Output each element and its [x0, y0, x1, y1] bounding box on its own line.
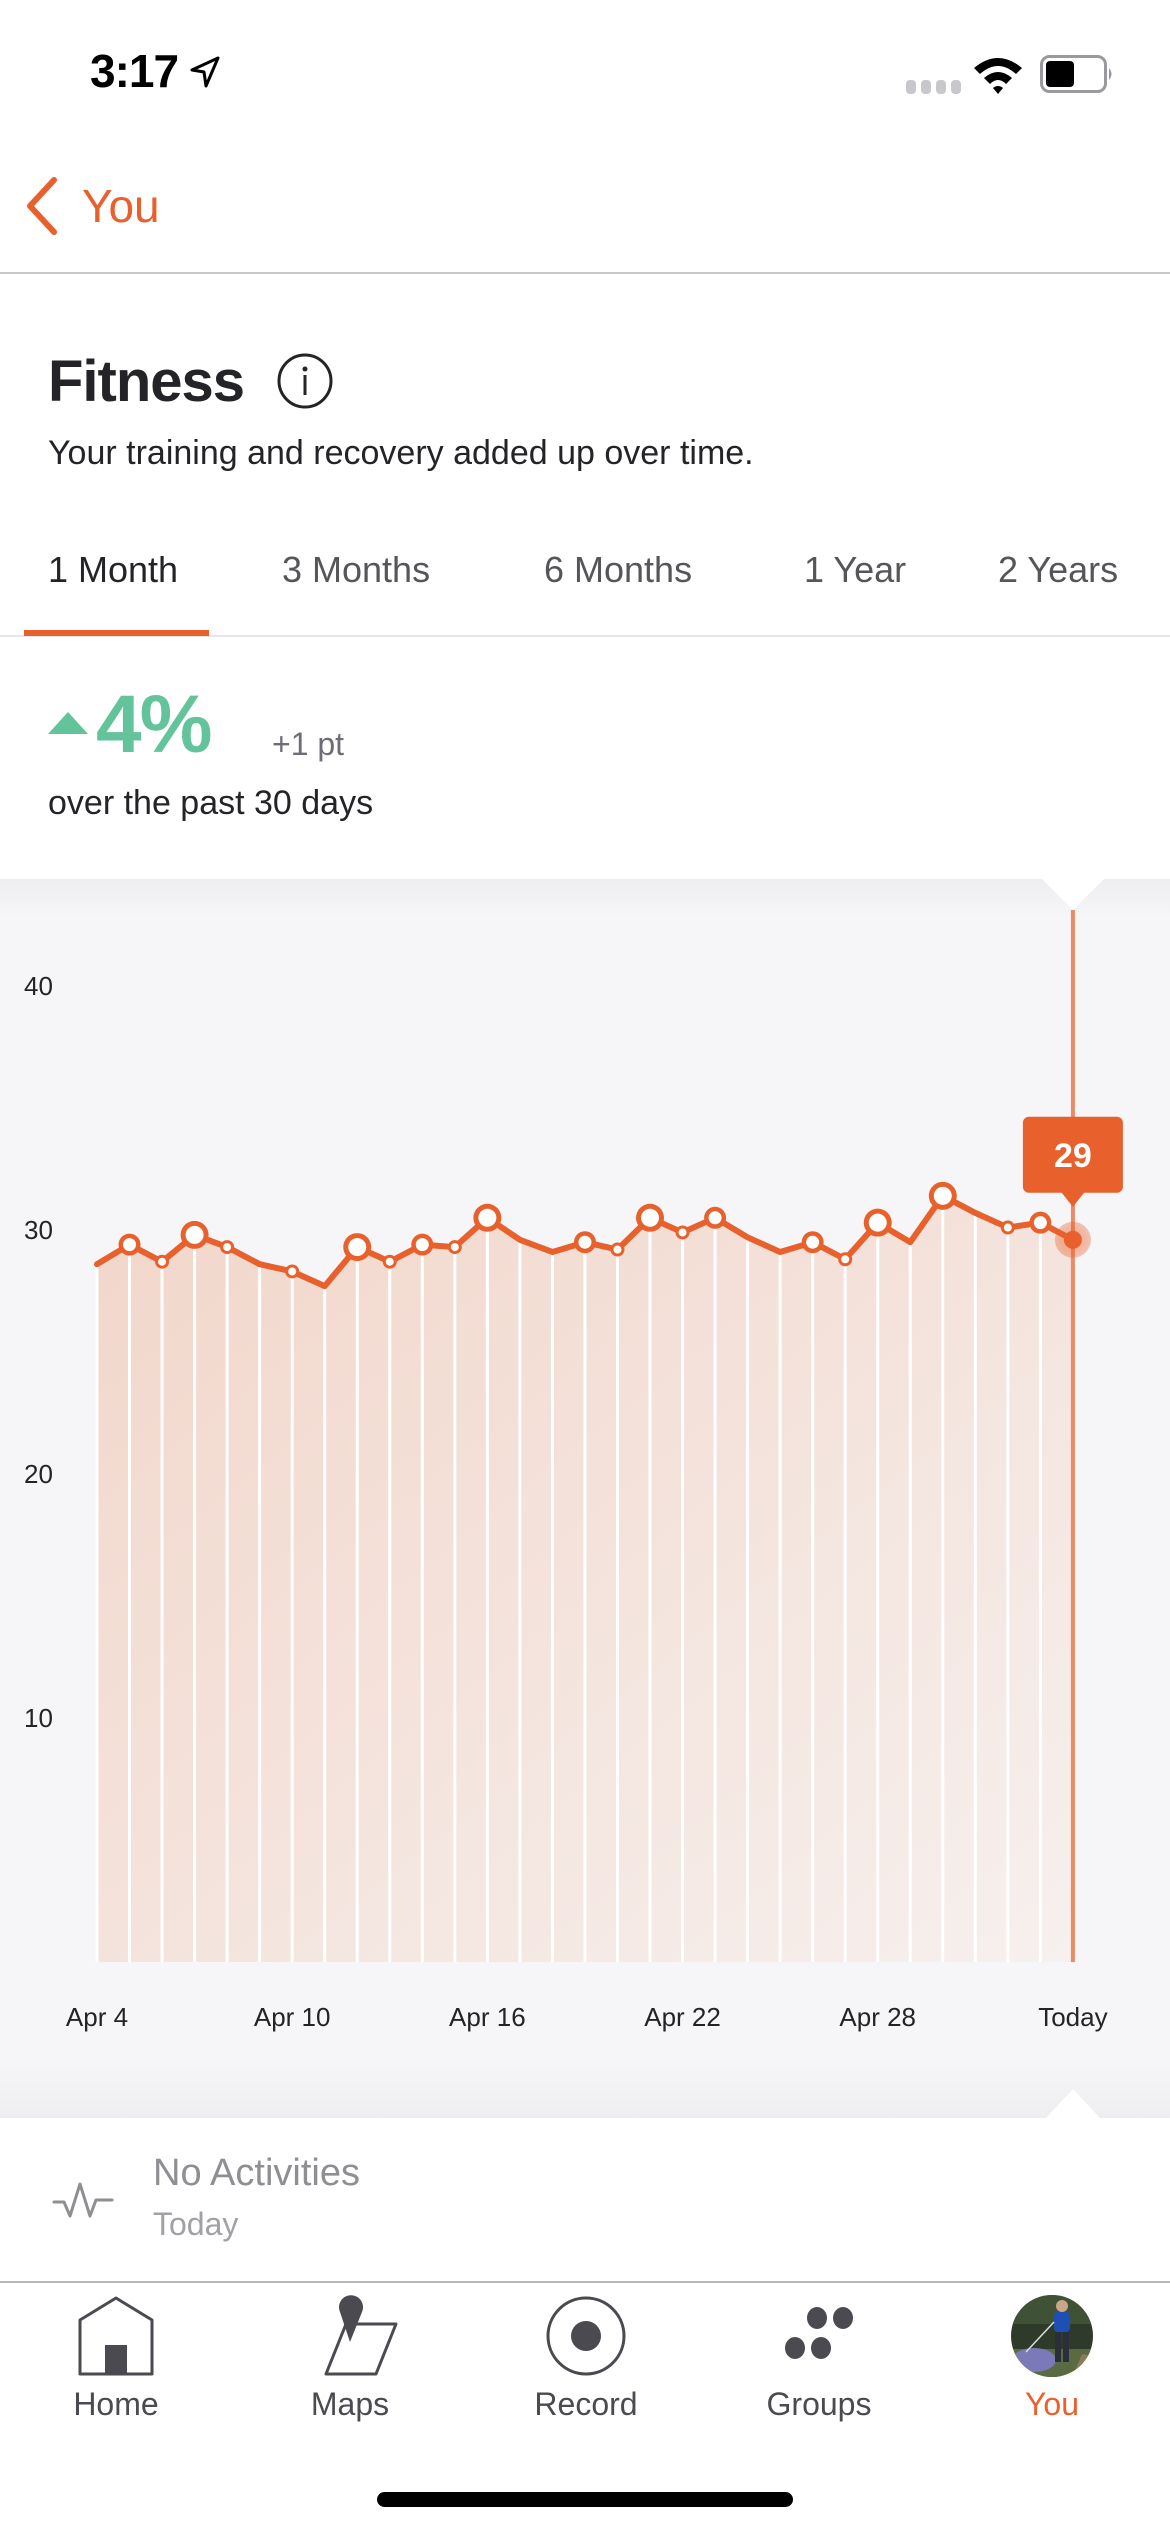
activity-row[interactable]	[0, 2118, 1170, 2282]
fitness-change-percent: 4%	[96, 679, 213, 770]
page-title: Fitness	[48, 349, 245, 414]
activity-marker-center	[158, 1257, 167, 1266]
chart-top-notch	[1042, 879, 1104, 910]
tab-bar-you[interactable]: You	[952, 2290, 1152, 2430]
activity-marker-center	[841, 1255, 850, 1264]
x-tick-label: Apr 10	[254, 2002, 331, 2032]
y-tick-label: 20	[24, 1459, 53, 1489]
tab-bar-home-label: Home	[73, 2386, 159, 2422]
chevron-left-icon	[27, 177, 57, 235]
activity-marker-center	[678, 1228, 687, 1237]
selected-point	[1063, 1230, 1082, 1249]
record-icon	[546, 2296, 626, 2376]
y-tick-label: 40	[24, 971, 53, 1001]
tab-bar-groups-label: Groups	[766, 2386, 872, 2422]
activity-marker-center	[708, 1211, 722, 1225]
activity-marker-center	[1003, 1223, 1012, 1232]
back-button[interactable]: You	[24, 176, 160, 236]
x-tick-label: Apr 28	[839, 2002, 916, 2032]
activity-marker-center	[348, 1238, 367, 1257]
activity-marker-center	[288, 1267, 297, 1276]
active-tab-indicator	[24, 630, 209, 636]
page-subtitle: Your training and recovery added up over…	[48, 434, 754, 472]
trend-up-icon	[48, 712, 88, 734]
tab-bar-home[interactable]: Home	[16, 2290, 216, 2430]
x-tick-label: Apr 16	[449, 2002, 526, 2032]
activity-marker-center	[868, 1213, 887, 1232]
groups-icon	[785, 2307, 853, 2359]
y-tick-label: 10	[24, 1703, 53, 1733]
map-pin-icon	[324, 2295, 398, 2376]
signal-icon	[906, 80, 961, 94]
tab-bar-maps-label: Maps	[310, 2386, 390, 2422]
tab-bar-you-label: You	[1025, 2386, 1079, 2422]
activity-subtitle: Today	[153, 2206, 239, 2242]
tab-6-months[interactable]: 6 Months	[544, 540, 692, 636]
fitness-change-period: over the past 30 days	[48, 784, 374, 822]
home-indicator	[377, 2492, 793, 2507]
fitness-change-points: +1 pt	[272, 726, 345, 762]
x-tick-label: Apr 22	[644, 2002, 721, 2032]
activity-marker-center	[578, 1235, 592, 1249]
activity-marker-center	[933, 1186, 952, 1205]
tab-bar-record-label: Record	[534, 2386, 638, 2422]
activity-marker-center	[806, 1235, 820, 1249]
tab-2-years[interactable]: 2 Years	[998, 540, 1118, 636]
value-tooltip-label: 29	[1054, 1137, 1092, 1175]
activity-marker-center	[415, 1238, 429, 1252]
activity-marker-center	[223, 1243, 232, 1252]
activity-marker-center	[613, 1245, 622, 1254]
y-tick-label: 30	[24, 1215, 53, 1245]
tab-bar-groups[interactable]: Groups	[719, 2290, 919, 2430]
activity-marker-center	[641, 1208, 660, 1227]
tab-bar-divider	[0, 2281, 1170, 2283]
status-time: 3:17	[90, 45, 179, 97]
activity-marker-center	[450, 1243, 459, 1252]
range-tabs: 1 Month 3 Months 6 Months 1 Year 2 Years	[0, 540, 1170, 636]
activity-marker-center	[1033, 1216, 1047, 1230]
activity-marker-center	[385, 1257, 394, 1266]
activity-pulse-icon	[52, 2182, 114, 2218]
x-tick-label: Today	[1038, 2002, 1107, 2032]
x-tick-label: Apr 4	[66, 2002, 128, 2032]
activity-marker-center	[123, 1238, 137, 1252]
activity-title: No Activities	[153, 2152, 360, 2194]
nav-divider	[0, 272, 1170, 274]
home-icon	[78, 2296, 154, 2376]
activity-marker-center	[185, 1225, 204, 1244]
activity-marker-center	[478, 1208, 497, 1227]
info-icon[interactable]	[276, 352, 334, 410]
tab-bar-record[interactable]: Record	[486, 2290, 686, 2430]
wifi-icon	[974, 58, 1022, 94]
tab-1-month[interactable]: 1 Month	[48, 540, 178, 636]
fitness-chart[interactable]: 10 20 30 40 29 Apr 4 Apr 10 Apr 16 Apr 22 Apr 2…	[0, 879, 1170, 2119]
location-arrow-icon	[190, 56, 220, 88]
avatar	[1011, 2295, 1093, 2377]
tab-bar-maps[interactable]: Maps	[250, 2290, 450, 2430]
value-tooltip-pointer	[1060, 1191, 1085, 1207]
back-label: You	[82, 180, 160, 232]
tab-1-year[interactable]: 1 Year	[804, 540, 906, 636]
battery-icon	[1040, 55, 1112, 93]
chart-bottom-notch	[1045, 2089, 1101, 2119]
tab-3-months[interactable]: 3 Months	[282, 540, 430, 636]
